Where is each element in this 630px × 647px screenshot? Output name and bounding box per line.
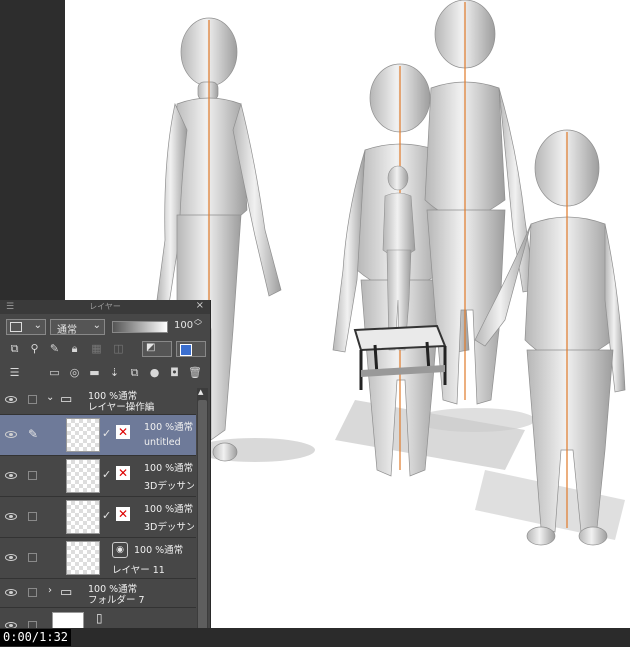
chevron-right-icon[interactable]: › [48,585,52,596]
eye-icon[interactable] [5,554,17,561]
layer-name: 3Dデッサン人 [144,481,194,492]
raster-layer-icon: ◉ [112,542,128,558]
layer-thumbnail [66,459,100,493]
layer-thumbnail [66,500,100,534]
lock-checkbox[interactable] [28,395,37,404]
layer-scrollbar[interactable]: ▲ ▼ [197,388,208,644]
lock-checkbox[interactable] [28,471,37,480]
blue-swatch-icon [180,344,192,356]
opacity-slider[interactable] [112,321,168,333]
lock-checkbox[interactable] [28,512,37,521]
layer-color-toggle[interactable]: ◩ [142,341,172,357]
blend-mode-value: 通常 [57,325,77,336]
lock-checkbox[interactable] [28,553,37,562]
transfer-down-icon[interactable]: ⇣ [108,366,121,379]
layer-opacity: 100 %通常 [134,545,184,556]
layer-mask-icon[interactable]: ● [148,366,161,379]
clip-layer-icon[interactable]: ⧉ [8,342,21,355]
3d-layer-icon: ✕ [116,507,130,521]
opacity-stepper[interactable]: ︿ ﹀ [194,315,202,331]
scroll-up-icon[interactable]: ▲ [198,388,203,396]
scroll-thumb[interactable] [198,400,207,630]
layer-color-dropdown[interactable]: ⌄ [6,319,46,335]
layer-name: レイヤー 11 [112,565,165,576]
lock-icon[interactable]: 🔒︎ [68,342,81,355]
layer-color-select[interactable] [176,341,206,357]
apply-mask-icon[interactable]: ◘ [168,366,181,379]
trash-icon[interactable]: 🗑︎ [188,366,202,379]
new-raster-layer-icon[interactable]: ▭ [48,366,61,379]
layer-name: untitled [144,437,181,448]
mask-icon[interactable]: ◫ [112,342,125,355]
chevron-down-icon: ⌄ [92,320,101,331]
folder-icon: ▭ [60,585,73,600]
3d-layer-icon: ✕ [116,466,130,480]
reference-layer-icon[interactable]: ⚲ [28,342,41,355]
color-icon: ◩ [146,342,156,353]
layer-name: 3Dデッサン人 [144,522,194,533]
layer-row-3d-1[interactable]: ✓ ✕ 100 %通常 3Dデッサン人 [0,456,196,497]
layer-row-folder-1[interactable]: ⌄ ▭ 100 %通常 レイヤー操作編 [0,386,196,415]
paper-icon: ▯ [96,611,103,625]
layer-row-raster[interactable]: ◉ 100 %通常 レイヤー 11 [0,538,196,579]
combine-layer-icon[interactable]: ⧉ [128,366,141,379]
layer-row-selected[interactable]: ✎ ✓ ✕ 100 %通常 untitled [0,415,196,456]
check-icon: ✓ [102,468,112,481]
close-icon[interactable]: × [196,300,204,311]
layer-list-icon[interactable]: ☰ [8,366,21,379]
new-vector-layer-icon[interactable]: ◎ [68,366,81,379]
panel-titlebar[interactable]: ☰ レイヤー × [0,300,210,314]
layer-name: フォルダー 7 [88,595,145,606]
layer-opacity: 100 %通常 [144,463,194,474]
layer-opacity: 100 %通常 [144,422,194,433]
eye-icon[interactable] [5,513,17,520]
3d-layer-icon: ✕ [116,425,130,439]
lock-transparency-icon[interactable]: ▦ [90,342,103,355]
layer-thumbnail [66,541,100,575]
eye-icon[interactable] [5,589,17,596]
check-icon: ✓ [102,509,112,522]
set-draft-icon[interactable]: ✎ [48,342,61,355]
eye-icon[interactable] [5,396,17,403]
chevron-down-icon: ⌄ [33,320,42,331]
layer-row-3d-2[interactable]: ✓ ✕ 100 %通常 3Dデッサン人 [0,497,196,538]
check-icon: ✓ [102,427,112,440]
layer-panel: ☰ レイヤー × ⌄ 通常 ⌄ 100 ︿ ﹀ ⧉ ⚲ ✎ 🔒︎ ▦ ◫ ◩ ☰ … [0,300,211,647]
layer-opacity: 100 %通常 [144,504,194,515]
panel-title: レイヤー [89,302,121,311]
layer-name: レイヤー操作編 [88,402,155,413]
blend-mode-select[interactable]: 通常 ⌄ [50,319,105,336]
square-icon [10,322,22,332]
video-bottom-bar [0,628,630,647]
folder-icon: ▭ [60,392,73,407]
eye-icon[interactable] [5,431,17,438]
eye-icon[interactable] [5,472,17,479]
layer-thumbnail [66,418,100,452]
lock-checkbox[interactable] [28,588,37,597]
video-timestamp: 0:00/1:32 [0,629,72,646]
opacity-value[interactable]: 100 [174,320,193,331]
chevron-down-icon[interactable]: ⌄ [46,392,54,403]
new-folder-icon[interactable]: ▬ [88,366,101,379]
pen-icon[interactable]: ✎ [28,427,38,441]
layer-row-folder-2[interactable]: › ▭ 100 %通常 フォルダー 7 [0,579,196,608]
